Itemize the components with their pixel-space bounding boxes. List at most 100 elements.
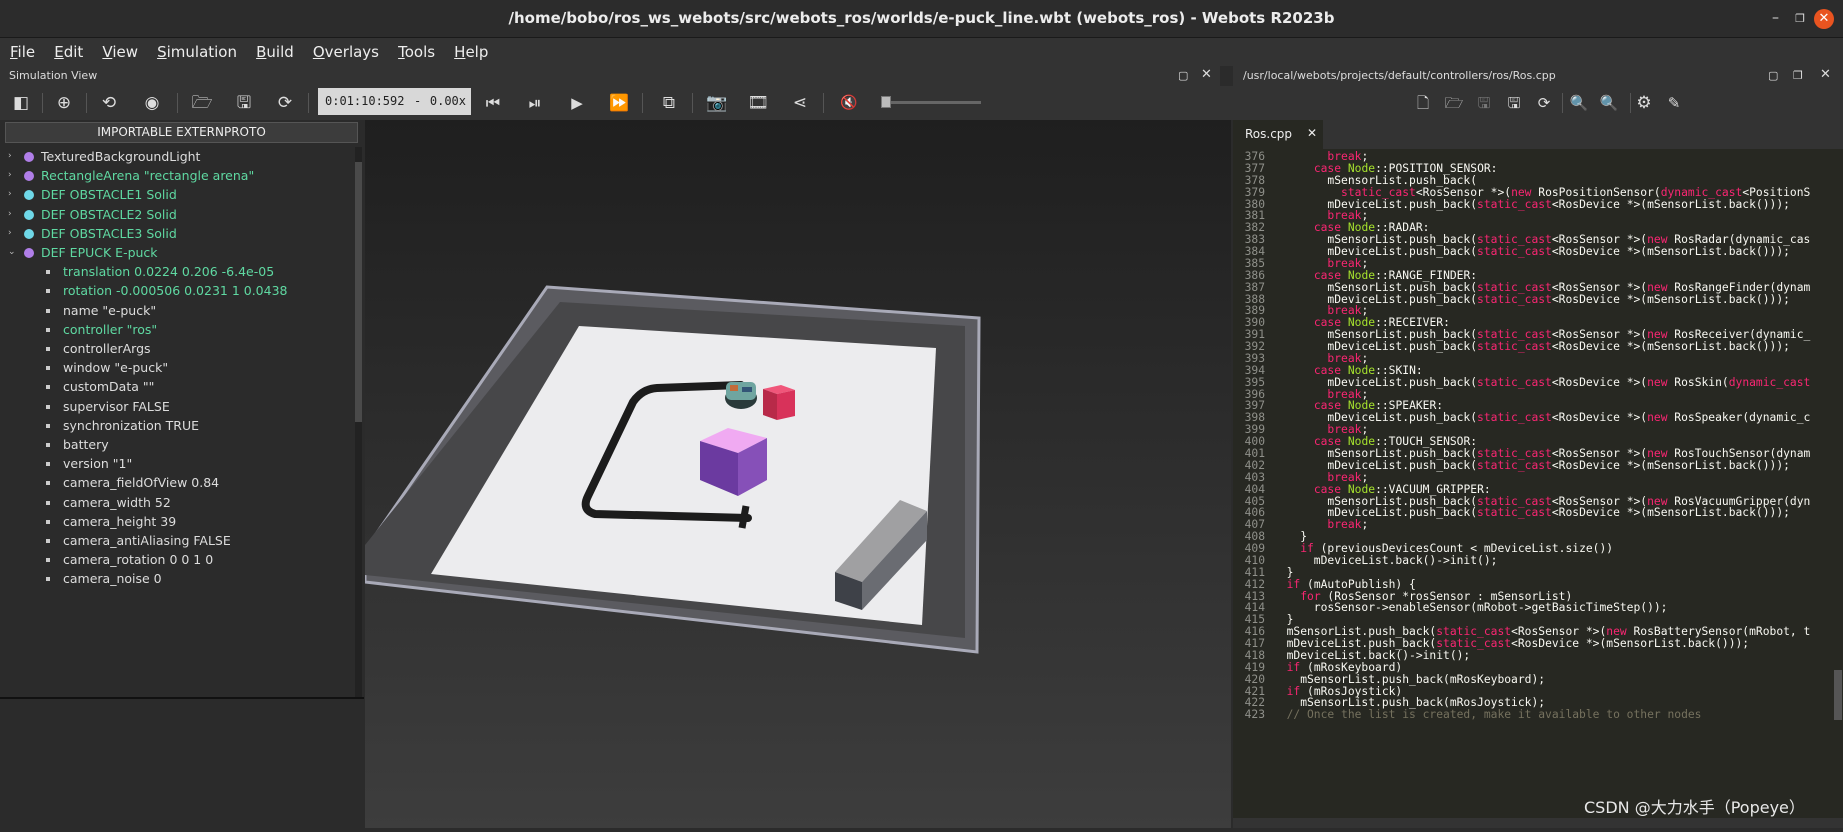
menu-view[interactable]: View	[102, 38, 138, 66]
code-area[interactable]: 376 break; 377 case Node::POSITION_SENSOR…	[1233, 150, 1843, 818]
scene-tree-label: name "e-puck"	[63, 302, 157, 318]
screenshot-camera-icon[interactable]: 📷	[706, 92, 728, 114]
scene-render	[363, 120, 1231, 828]
view-cube-icon[interactable]: ⧉	[658, 92, 680, 114]
close-tab-icon[interactable]: ✕	[1307, 126, 1317, 140]
scene-tree-panel: IMPORTABLE EXTERNPROTO › TexturedBackgrou…	[0, 120, 364, 828]
reset-view-icon[interactable]: ⟲	[98, 92, 120, 114]
node-type-icon	[24, 190, 34, 201]
field-bullet-icon	[46, 404, 50, 409]
node-type-icon	[24, 152, 34, 162]
editor-horizontal-scrollbar[interactable]	[1233, 818, 1843, 828]
scene-tree-label: battery	[63, 437, 109, 452]
save-world-icon[interactable]: 🖫	[233, 92, 255, 114]
float-panel-icon[interactable]: ▢	[1768, 69, 1778, 82]
build-gear-icon[interactable]: ⚙	[1633, 92, 1655, 114]
reload-world-icon[interactable]: ⟳	[274, 92, 296, 114]
scene-tree-label: DEF EPUCK E-puck	[41, 245, 158, 260]
field-bullet-icon	[46, 270, 50, 275]
scene-tree-label: DEF OBSTACLE3 Solid	[41, 225, 177, 241]
editor-file-path: /usr/local/webots/projects/default/contr…	[1243, 69, 1556, 82]
open-world-icon[interactable]: 🗁	[191, 92, 213, 114]
close-panel-icon[interactable]: ✕	[1201, 67, 1212, 82]
scene-tree-label: camera_fieldOfView 0.84	[63, 475, 220, 491]
scrollbar-thumb[interactable]	[1834, 670, 1842, 720]
volume-slider[interactable]	[881, 96, 981, 108]
scene-tree-label: controllerArgs	[63, 341, 151, 356]
menu-help[interactable]: Help	[454, 38, 488, 66]
menu-tools[interactable]: Tools	[398, 38, 435, 66]
field-bullet-icon	[46, 308, 50, 313]
close-window-button[interactable]: ✕	[1814, 9, 1834, 29]
step-icon[interactable]: ⏯	[524, 92, 546, 114]
float-panel-icon[interactable]: ▢	[1178, 69, 1188, 82]
node-type-icon	[24, 171, 34, 182]
3d-viewport[interactable]	[363, 120, 1231, 828]
text-editor: Ros.cpp ✕ 376 break; 377 case Node::POSIT…	[1233, 120, 1843, 828]
clean-broom-icon[interactable]: ✎	[1663, 92, 1685, 114]
expand-arrow-icon[interactable]: ⌄	[8, 243, 16, 262]
open-file-icon[interactable]: 🗁	[1443, 92, 1465, 114]
simulation-view-header: Simulation View ▢ ✕	[0, 66, 1220, 86]
line-number: 423	[1244, 708, 1265, 722]
simulation-speed: 0.00x	[429, 94, 466, 108]
code-line[interactable]: 423 // Once the list is created, make it…	[1233, 708, 1702, 722]
share-icon[interactable]: ⋖	[789, 92, 811, 114]
panel-divider[interactable]	[0, 697, 364, 699]
mute-speaker-icon[interactable]: 🔇	[838, 92, 860, 114]
reset-simulation-icon[interactable]: ⏮	[482, 92, 504, 114]
visibility-eye-icon[interactable]: ◉	[141, 92, 163, 114]
find-icon[interactable]: 🔍	[1568, 92, 1590, 114]
field-bullet-icon	[46, 327, 50, 332]
revert-file-icon[interactable]: ⟳	[1533, 92, 1555, 114]
find-replace-icon[interactable]: 🔍	[1598, 92, 1620, 114]
expand-arrow-icon[interactable]: ›	[8, 147, 12, 166]
menu-file[interactable]: File	[10, 38, 35, 66]
volume-slider-knob[interactable]	[881, 96, 891, 108]
menu-bar: File Edit View Simulation Build Overlays…	[0, 38, 1843, 66]
e-puck-robot	[725, 382, 757, 409]
record-movie-icon[interactable]: 🎞	[747, 92, 769, 114]
line-track-end	[738, 505, 750, 529]
scene-tree-scrollbar[interactable]	[355, 147, 362, 697]
play-icon[interactable]: ▶	[566, 92, 588, 114]
field-bullet-icon	[46, 481, 50, 486]
time-separator: -	[414, 94, 422, 108]
add-node-icon[interactable]: ⊕	[53, 92, 75, 114]
scrollbar-thumb[interactable]	[355, 162, 362, 422]
save-all-icon[interactable]: 🖫	[1503, 92, 1525, 114]
node-type-icon	[24, 248, 34, 258]
menu-build[interactable]: Build	[256, 38, 294, 66]
field-bullet-icon	[46, 577, 50, 582]
tab-ros-cpp[interactable]: Ros.cpp ✕	[1233, 120, 1323, 149]
minimize-button[interactable]: –	[1772, 10, 1779, 26]
close-panel-icon[interactable]: ✕	[1820, 67, 1831, 82]
fast-forward-icon[interactable]: ⏩	[608, 92, 630, 114]
scene-tree-label: version "1"	[63, 456, 133, 472]
save-file-icon[interactable]: 🖫	[1473, 92, 1495, 114]
toggle-scene-tree-icon[interactable]: ◧	[10, 92, 32, 114]
editor-vertical-scrollbar[interactable]	[1833, 150, 1843, 818]
scene-tree-label: rotation -0.000506 0.0231 1 0.0438	[63, 283, 288, 299]
maximize-button[interactable]: ❐	[1795, 12, 1805, 25]
expand-arrow-icon[interactable]: ›	[8, 224, 12, 243]
menu-overlays[interactable]: Overlays	[313, 38, 379, 66]
simulation-view-title: Simulation View	[9, 69, 98, 82]
scene-tree-label: camera_noise 0	[63, 571, 162, 587]
code-line[interactable]: 414 rosSensor->enableSensor(mRobot->getB…	[1233, 601, 1668, 615]
scene-tree-label: window "e-puck"	[63, 360, 169, 376]
restore-panel-icon[interactable]: ❐	[1793, 69, 1803, 82]
scene-tree-label: customData ""	[63, 379, 155, 395]
tab-label: Ros.cpp	[1245, 127, 1293, 141]
menu-edit[interactable]: Edit	[54, 38, 83, 66]
simulation-time-display: 0:01:10:592 - 0.00x	[318, 88, 471, 115]
expand-arrow-icon[interactable]: ›	[8, 166, 12, 185]
expand-arrow-icon[interactable]: ›	[8, 205, 12, 224]
field-bullet-icon	[46, 385, 50, 390]
scene-tree-label: camera_rotation 0 0 1 0	[63, 552, 214, 568]
new-file-icon[interactable]: 🗋	[1412, 92, 1434, 114]
expand-arrow-icon[interactable]: ›	[8, 185, 12, 204]
simulation-time: 0:01:10:592	[325, 94, 405, 108]
importable-externproto-button[interactable]: IMPORTABLE EXTERNPROTO	[5, 122, 358, 143]
menu-simulation[interactable]: Simulation	[157, 38, 237, 66]
